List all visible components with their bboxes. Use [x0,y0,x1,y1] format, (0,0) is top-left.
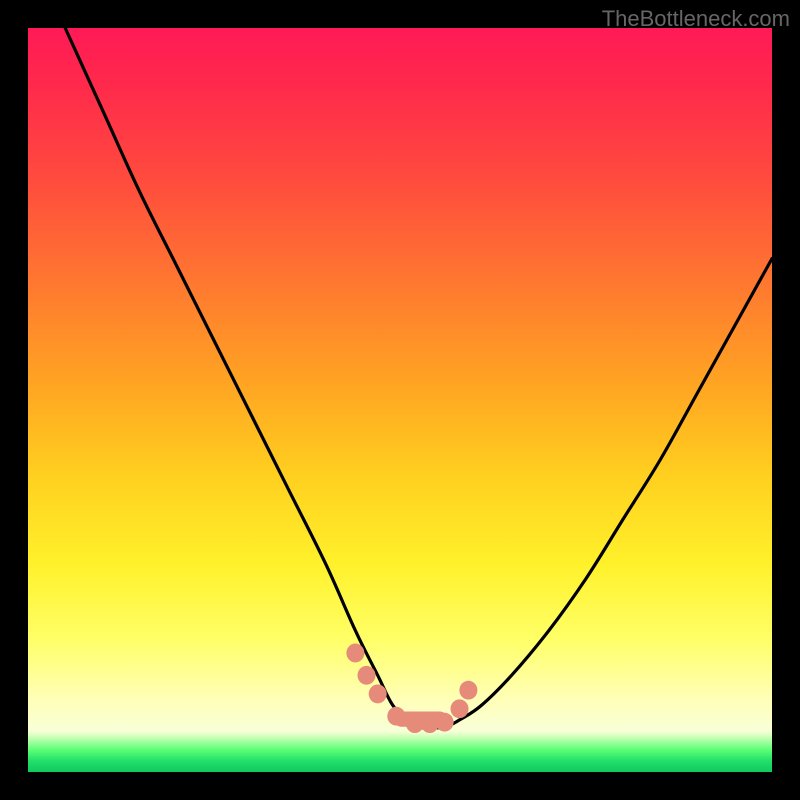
bottleneck-curve-path [65,28,772,728]
highlight-marker [346,644,364,663]
highlight-marker [459,681,477,700]
chart-frame: TheBottleneck.com [0,0,800,800]
highlight-marker [358,666,376,685]
watermark-text: TheBottleneck.com [602,6,790,32]
highlight-marker [436,713,454,732]
highlight-marker [387,707,405,726]
bottleneck-curve-svg [28,28,772,772]
highlight-marker [451,699,469,718]
highlight-marker [369,684,387,703]
plot-area [28,28,772,772]
